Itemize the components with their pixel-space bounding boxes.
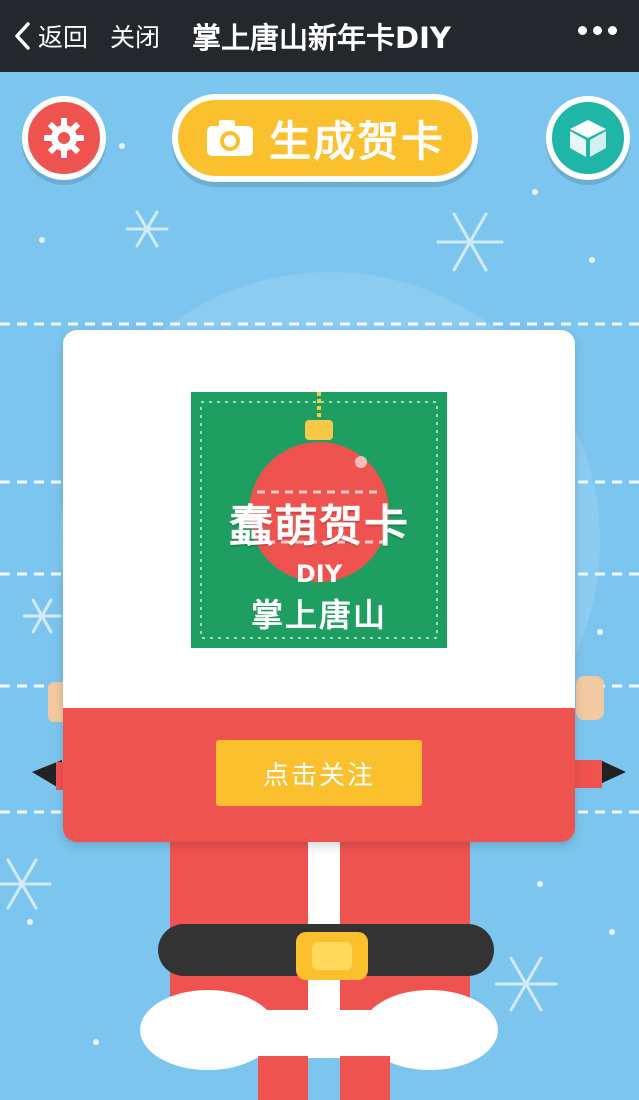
page-title: 掌上唐山新年卡DIY — [192, 21, 451, 55]
qr-code-image: 蠢萌贺卡 DIY 掌上唐山 — [191, 392, 447, 648]
cube-button[interactable] — [546, 96, 630, 180]
back-label: 返回 — [38, 23, 89, 52]
follow-button[interactable]: 点击关注 — [216, 740, 422, 806]
gear-icon — [44, 118, 84, 158]
generate-card-label: 生成贺卡 — [268, 116, 445, 166]
camera-icon — [206, 120, 253, 156]
generate-card-button[interactable]: 生成贺卡 — [172, 94, 478, 182]
close-button[interactable]: 关闭 — [110, 18, 160, 54]
greeting-card: 蠢萌贺卡 DIY 掌上唐山 点击关注 — [63, 330, 575, 842]
settings-button[interactable] — [22, 96, 106, 180]
qr-brand: 掌上唐山 — [250, 596, 387, 634]
top-nav-bar: 返回 关闭 掌上唐山新年卡DIY — [0, 0, 639, 72]
card-bottom: 点击关注 — [63, 708, 575, 842]
card-scene: 生成贺卡 蠢萌贺卡 DIY 掌上唐山 点击关注 — [0, 72, 639, 1100]
qr-title: 蠢萌贺卡 — [229, 501, 409, 552]
back-button[interactable]: 返回 — [12, 16, 88, 56]
more-dots-icon[interactable] — [578, 26, 617, 35]
cube-icon — [570, 120, 606, 157]
card-top: 蠢萌贺卡 DIY 掌上唐山 — [63, 330, 575, 708]
chevron-left-icon — [15, 22, 30, 50]
qr-subtitle: DIY — [295, 560, 343, 588]
